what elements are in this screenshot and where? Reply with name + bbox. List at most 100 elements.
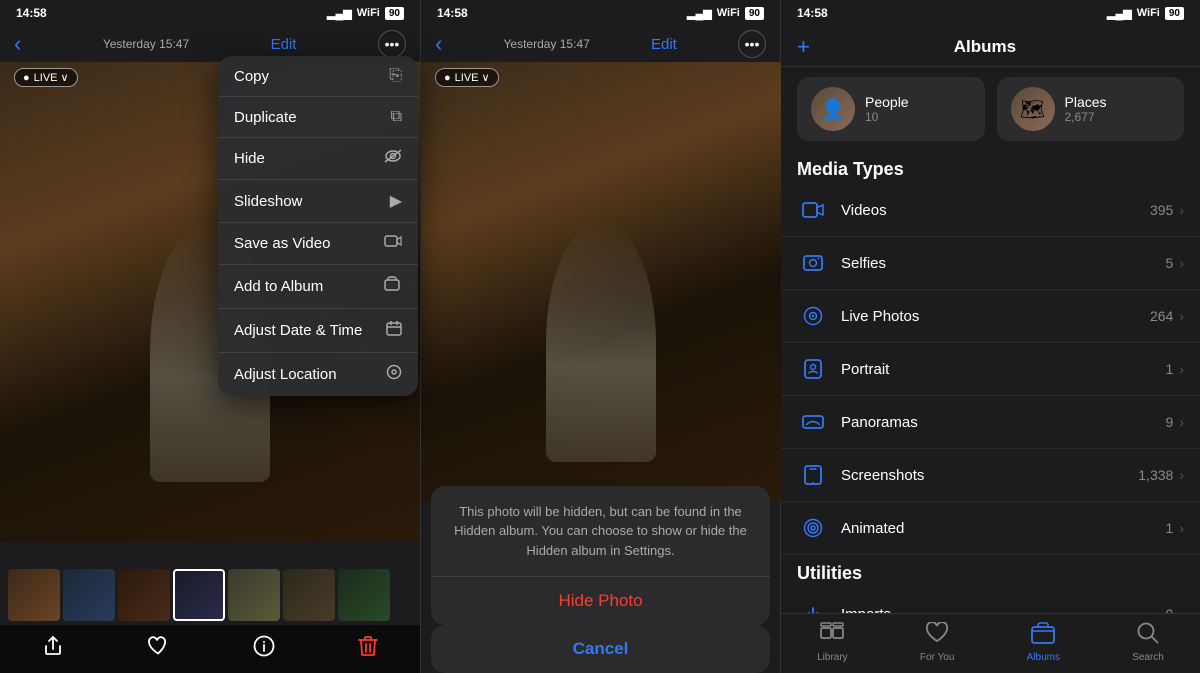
- filmstrip-thumb-2[interactable]: [63, 569, 115, 621]
- videos-count: 395: [1150, 202, 1173, 218]
- menu-save-video-label: Save as Video: [234, 235, 330, 252]
- album-row-screenshots[interactable]: Screenshots 1,338 ›: [781, 449, 1200, 502]
- imports-chevron: ›: [1179, 606, 1184, 613]
- wifi-icon-3: WiFi: [1137, 7, 1160, 19]
- album-list: Media Types Videos 395 ›: [781, 151, 1200, 613]
- menu-duplicate-label: Duplicate: [234, 109, 297, 126]
- panoramas-chevron: ›: [1179, 414, 1184, 430]
- live-photos-count: 264: [1150, 308, 1173, 324]
- albums-tab-icon: [1031, 622, 1055, 650]
- utilities-header: Utilities: [781, 555, 1200, 588]
- live-icon-2: ●: [444, 72, 451, 84]
- menu-item-copy[interactable]: Copy ⎘: [218, 56, 418, 97]
- animated-label: Animated: [841, 520, 1166, 537]
- hide-dialog-text: This photo will be hidden, but can be fo…: [431, 486, 770, 578]
- media-types-header: Media Types: [781, 151, 1200, 184]
- wifi-icon-1: WiFi: [357, 7, 380, 19]
- time-1: 14:58: [16, 6, 47, 20]
- hide-photo-button[interactable]: Hide Photo: [431, 577, 770, 625]
- menu-item-location[interactable]: Adjust Location: [218, 353, 418, 396]
- animated-chevron: ›: [1179, 520, 1184, 536]
- screenshots-chevron: ›: [1179, 467, 1184, 483]
- imports-label: Imports: [841, 606, 1166, 614]
- cancel-button[interactable]: Cancel: [431, 625, 770, 673]
- people-card[interactable]: 👤 People 10: [797, 77, 985, 141]
- album-row-animated[interactable]: Animated 1 ›: [781, 502, 1200, 555]
- library-tab-icon: [820, 622, 844, 650]
- selfies-chevron: ›: [1179, 255, 1184, 271]
- menu-item-save-video[interactable]: Save as Video: [218, 223, 418, 265]
- filmstrip-thumb-1[interactable]: [8, 569, 60, 621]
- share-button-1[interactable]: [42, 635, 64, 663]
- battery-1: 90: [385, 7, 404, 20]
- selfies-right: 5 ›: [1166, 255, 1184, 271]
- panel1-photo-view: 14:58 ▂▄▆ WiFi 90 ‹ Yesterday 15:47 Edit…: [0, 0, 420, 673]
- menu-item-date-time[interactable]: Adjust Date & Time: [218, 309, 418, 353]
- status-bar-3: 14:58 ▂▄▆ WiFi 90: [781, 0, 1200, 26]
- portrait-label: Portrait: [841, 361, 1166, 378]
- menu-item-slideshow[interactable]: Slideshow ▶: [218, 180, 418, 223]
- status-icons-1: ▂▄▆ WiFi 90: [327, 7, 404, 20]
- photo-image-2: [421, 62, 781, 502]
- date-label-2: Yesterday 15:47: [504, 37, 590, 51]
- places-count: 2,677: [1065, 110, 1107, 124]
- places-thumb: 🗺: [1011, 87, 1055, 131]
- filmstrip-thumb-5[interactable]: [228, 569, 280, 621]
- status-bar-2: 14:58 ▂▄▆ WiFi 90: [421, 0, 780, 26]
- live-photos-label: Live Photos: [841, 308, 1150, 325]
- menu-item-hide[interactable]: Hide: [218, 138, 418, 180]
- date-time-icon: [386, 320, 402, 341]
- filmstrip-thumb-7[interactable]: [338, 569, 390, 621]
- album-row-videos[interactable]: Videos 395 ›: [781, 184, 1200, 237]
- album-row-selfies[interactable]: Selfies 5 ›: [781, 237, 1200, 290]
- more-button-1[interactable]: •••: [378, 30, 406, 58]
- more-button-2[interactable]: •••: [738, 30, 766, 58]
- menu-item-duplicate[interactable]: Duplicate ⧉: [218, 97, 418, 138]
- menu-item-add-album[interactable]: Add to Album: [218, 265, 418, 309]
- menu-hide-label: Hide: [234, 150, 265, 167]
- album-row-portrait[interactable]: Portrait 1 ›: [781, 343, 1200, 396]
- context-menu: Copy ⎘ Duplicate ⧉ Hide Slideshow ▶ Save…: [218, 56, 418, 396]
- album-row-panoramas[interactable]: Panoramas 9 ›: [781, 396, 1200, 449]
- live-icon-1: ●: [23, 72, 30, 84]
- tab-for-you[interactable]: For You: [908, 620, 966, 665]
- info-button-1[interactable]: [253, 635, 275, 663]
- filmstrip-thumb-6[interactable]: [283, 569, 335, 621]
- date-label-1: Yesterday 15:47: [103, 37, 189, 51]
- album-row-imports[interactable]: Imports 0 ›: [781, 588, 1200, 613]
- signal-icon-3: ▂▄▆: [1107, 7, 1132, 20]
- add-album-button[interactable]: +: [797, 34, 810, 60]
- live-label-2: LIVE ∨: [455, 71, 490, 84]
- live-badge-1[interactable]: ● LIVE ∨: [14, 68, 78, 87]
- back-button-1[interactable]: ‹: [14, 31, 21, 57]
- add-album-icon: [384, 276, 402, 297]
- filmstrip-thumb-3[interactable]: [118, 569, 170, 621]
- live-badge-2[interactable]: ● LIVE ∨: [435, 68, 499, 87]
- album-row-live-photos[interactable]: Live Photos 264 ›: [781, 290, 1200, 343]
- delete-button-1[interactable]: [358, 635, 378, 663]
- tab-library[interactable]: Library: [805, 620, 860, 665]
- search-tab-icon: [1137, 622, 1159, 650]
- favorite-button-1[interactable]: [147, 636, 169, 662]
- back-button-2[interactable]: ‹: [435, 31, 442, 57]
- videos-chevron: ›: [1179, 202, 1184, 218]
- tab-albums[interactable]: Albums: [1015, 620, 1072, 665]
- signal-icon-1: ▂▄▆: [327, 7, 352, 20]
- tab-search-label: Search: [1132, 652, 1164, 663]
- bottom-toolbar-1: [0, 625, 420, 673]
- panoramas-count: 9: [1166, 414, 1174, 430]
- time-2: 14:58: [437, 6, 468, 20]
- location-icon: [386, 364, 402, 385]
- places-card[interactable]: 🗺 Places 2,677: [997, 77, 1185, 141]
- filmstrip: [0, 565, 420, 625]
- hide-photo-dialog: This photo will be hidden, but can be fo…: [431, 486, 770, 626]
- animated-icon: [797, 512, 829, 544]
- screenshots-count: 1,338: [1138, 467, 1173, 483]
- places-label: Places: [1065, 94, 1107, 110]
- filmstrip-thumb-4[interactable]: [173, 569, 225, 621]
- tab-search[interactable]: Search: [1120, 620, 1176, 665]
- edit-button-2[interactable]: Edit: [651, 36, 677, 53]
- albums-header: + Albums: [781, 26, 1200, 67]
- videos-icon: [797, 194, 829, 226]
- edit-button-1[interactable]: Edit: [271, 36, 297, 53]
